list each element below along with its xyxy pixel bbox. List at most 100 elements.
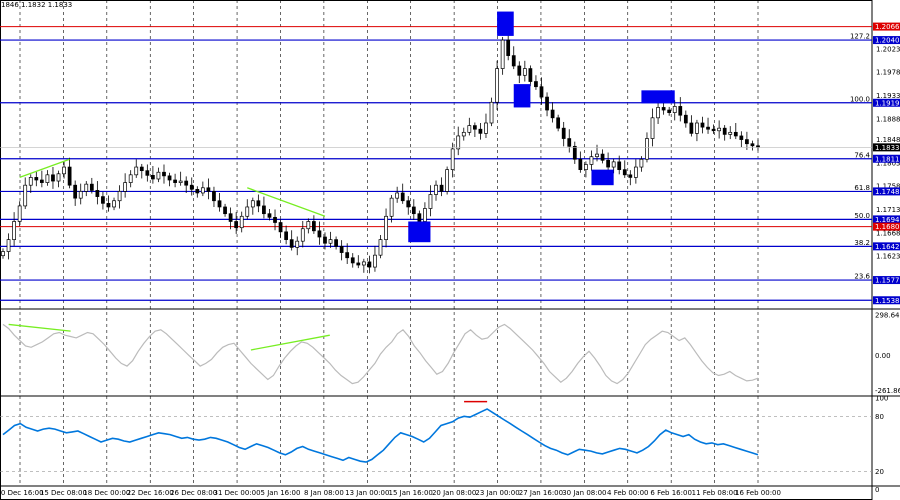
candle-body — [378, 239, 383, 256]
candle-body — [450, 148, 455, 170]
fib-pct-label: 50.0 — [854, 212, 870, 220]
fib-pct-label: 38.2 — [854, 239, 870, 247]
candle-body — [95, 190, 100, 197]
candle-body — [112, 200, 116, 208]
candle-body — [633, 166, 638, 178]
time-tick-label: 26 Dec 08:00 — [170, 489, 217, 497]
candle-body — [356, 262, 361, 266]
candle-body — [434, 184, 438, 195]
pattern-box — [408, 221, 431, 243]
candle-body — [223, 206, 227, 215]
candle-body — [717, 127, 722, 132]
candle-body — [139, 166, 144, 172]
candle-body — [695, 122, 699, 134]
candle-body — [645, 138, 649, 160]
candle-body — [617, 161, 622, 170]
time-tick-label: 16 Feb 00:00 — [735, 489, 781, 497]
candle-body — [461, 131, 466, 137]
candle-body — [101, 196, 105, 204]
candle-body — [245, 206, 250, 217]
candle-body — [650, 117, 655, 139]
candle-body — [511, 55, 516, 67]
level-price-label: 1.2066 — [875, 23, 900, 31]
candle-body — [672, 106, 677, 113]
candle-body — [395, 192, 400, 199]
candle-body — [189, 184, 194, 190]
time-tick-label: 4 Feb 00:00 — [607, 489, 648, 497]
candle-body — [295, 240, 300, 248]
candle-body — [439, 184, 444, 192]
candle-body — [1, 251, 5, 257]
candle-body — [278, 222, 283, 233]
oscillator-trend-line — [250, 334, 330, 351]
candle-body — [589, 156, 594, 165]
candle-body — [506, 39, 511, 56]
oscillator-2-tick-label: 20 — [875, 468, 884, 476]
candle-body — [250, 200, 255, 208]
candle-body — [700, 122, 705, 128]
candle-body — [411, 206, 416, 215]
candle-body — [622, 169, 627, 176]
candle-body — [73, 184, 78, 199]
candle-body — [572, 145, 577, 160]
candle-body — [206, 187, 211, 192]
time-tick-label: 15 Dec 08:00 — [40, 489, 87, 497]
fib-pct-label: 127.2 — [850, 33, 870, 41]
time-tick-label: 11 Feb 08:00 — [692, 489, 738, 497]
candle-body — [312, 221, 316, 232]
candle-body — [162, 171, 166, 177]
candle-body — [51, 174, 55, 182]
candle-body — [495, 68, 499, 103]
level-price-label: 1.1811 — [875, 155, 900, 163]
candle-body — [600, 153, 605, 161]
candle-body — [400, 192, 405, 202]
candle-body — [239, 215, 244, 229]
candle-body — [489, 101, 494, 124]
fib-pct-label: 76.4 — [854, 151, 870, 159]
candle-body — [67, 166, 72, 186]
candle-body — [706, 126, 710, 130]
candle-body — [234, 221, 239, 229]
candle-body — [417, 213, 422, 222]
candle-body — [561, 127, 566, 139]
candle-body — [195, 188, 200, 194]
time-tick-label: 5 Jan 16:00 — [261, 489, 301, 497]
candle-body — [628, 174, 633, 178]
candle-body — [656, 107, 660, 119]
candle-body — [711, 128, 716, 132]
candle-body — [345, 252, 350, 259]
candle-body — [722, 127, 727, 135]
time-tick-label: 31 Dec 00:00 — [214, 489, 261, 497]
candle-body — [428, 194, 433, 209]
time-tick-label: 27 Jan 16:00 — [519, 489, 563, 497]
pattern-box — [513, 84, 531, 108]
candle-body — [89, 183, 94, 191]
candle-body — [178, 180, 183, 183]
candle-body — [739, 135, 744, 140]
candle-body — [123, 182, 128, 192]
time-tick-label: 22 Dec 16:00 — [127, 489, 174, 497]
candle-body — [484, 122, 488, 134]
candle-body — [106, 202, 111, 208]
candle-body — [273, 216, 277, 223]
oscillator-1-line — [2, 323, 759, 385]
chart-frame — [0, 0, 873, 500]
chart-canvas: 10 Dec 16:0015 Dec 08:0018 Dec 00:0022 D… — [0, 0, 900, 500]
candle-body — [267, 213, 272, 218]
oscillator-1-tick-label: 0.00 — [875, 352, 891, 360]
candle-body — [289, 239, 294, 248]
candle-body — [173, 179, 177, 183]
level-price-label: 1.1538 — [875, 297, 900, 305]
candle-body — [373, 254, 377, 268]
candle-body — [534, 81, 538, 88]
oscillator-1-tick-label: 298.6486 — [875, 312, 900, 320]
candle-body — [639, 158, 644, 168]
candle-body — [678, 106, 683, 116]
pattern-box — [591, 169, 614, 186]
level-price-label: 1.2040 — [875, 37, 900, 45]
candle-body — [228, 213, 233, 222]
candle-body — [445, 169, 449, 192]
candle-body — [733, 131, 738, 137]
candle-body — [23, 184, 28, 207]
time-tick-label: 13 Jan 00:00 — [345, 489, 389, 497]
